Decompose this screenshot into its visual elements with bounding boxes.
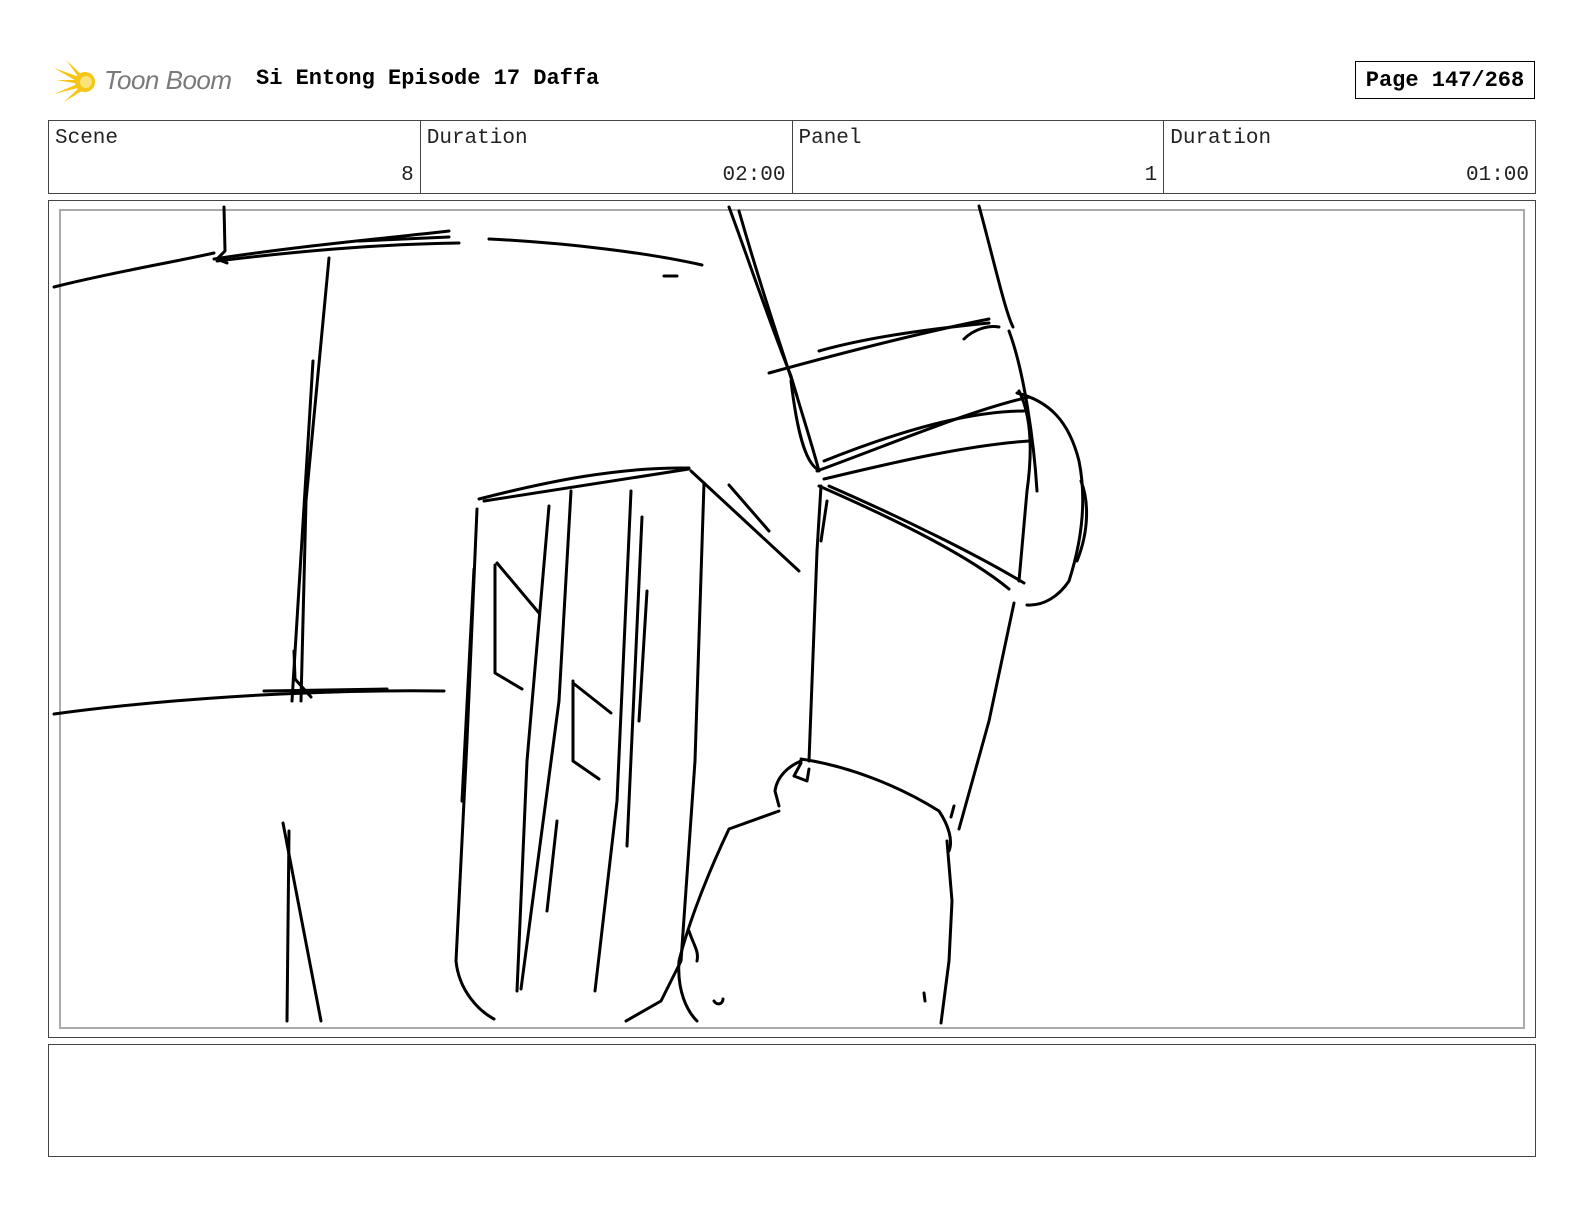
scene-duration-value: 02:00 (722, 164, 786, 187)
scene-value: 8 (401, 164, 414, 187)
rough-pencil-sketch (52, 204, 1089, 1025)
panel-label: Panel (798, 127, 862, 150)
scene-cell: Scene 8 (49, 121, 421, 193)
panel-cell: Panel 1 (793, 121, 1165, 193)
panel-value: 1 (1144, 164, 1158, 187)
panel-duration-cell: Duration 01:00 (1164, 121, 1535, 193)
scene-duration-label: Duration (426, 127, 528, 150)
notes-box (48, 1044, 1536, 1157)
logo-text: Toon Boom (104, 65, 232, 95)
toon-boom-logo: Toon Boom (52, 56, 242, 106)
panel-duration-label: Duration (1170, 127, 1272, 150)
panel-duration-value: 01:00 (1465, 164, 1529, 187)
page-indicator: Page 147/268 (1355, 61, 1535, 99)
scene-duration-cell: Duration 02:00 (421, 121, 793, 193)
storyboard-panel (48, 200, 1536, 1038)
starburst-icon (54, 60, 95, 102)
document-title: Si Entong Episode 17 Daffa (256, 66, 600, 91)
info-table: Scene 8 Duration 02:00 Panel 1 Duration … (48, 120, 1536, 194)
scene-label: Scene (55, 127, 119, 150)
